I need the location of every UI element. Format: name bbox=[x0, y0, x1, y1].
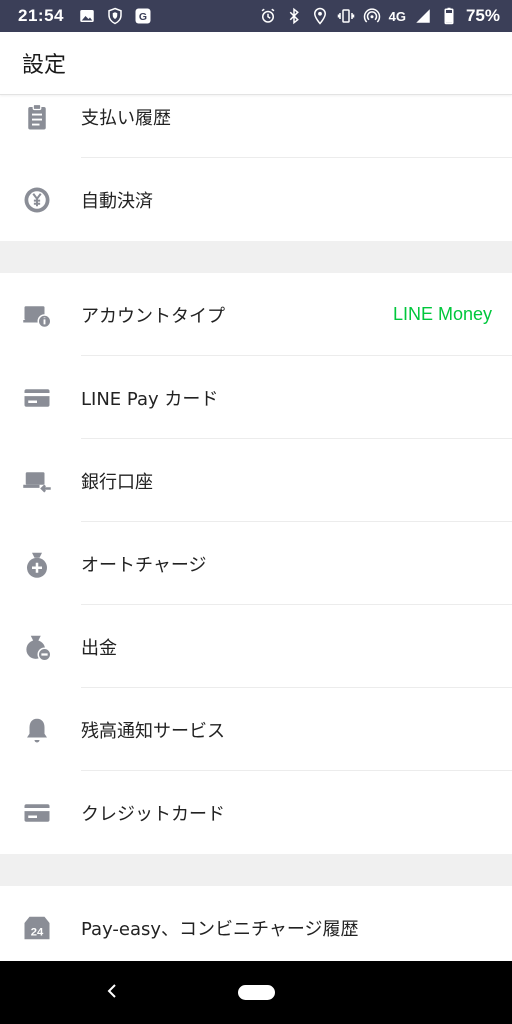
settings-item-credit-card[interactable]: クレジットカード bbox=[0, 771, 512, 854]
card-icon bbox=[21, 797, 53, 829]
settings-item-line-pay-card[interactable]: LINE Pay カード bbox=[0, 356, 512, 439]
settings-item-label: Pay-easy、コンビニチャージ履歴 bbox=[81, 918, 359, 940]
settings-item-label: 支払い履歴 bbox=[81, 107, 171, 129]
location-icon bbox=[311, 7, 329, 25]
settings-item-payment-history[interactable]: 支払い履歴 bbox=[0, 95, 512, 158]
signal-icon bbox=[414, 7, 432, 25]
section-gap bbox=[0, 854, 512, 886]
alarm-icon bbox=[259, 7, 277, 25]
store-24-icon: 24 bbox=[21, 912, 53, 944]
status-time: 21:54 bbox=[18, 6, 64, 25]
back-icon[interactable] bbox=[100, 979, 124, 1003]
settings-item-withdraw[interactable]: 出金 bbox=[0, 605, 512, 688]
account-type-icon bbox=[21, 299, 53, 331]
account-type-value: LINE Money bbox=[392, 304, 492, 324]
system-nav-bar bbox=[0, 961, 512, 1024]
settings-item-label: 自動決済 bbox=[81, 190, 153, 212]
settings-item-label: 残高通知サービス bbox=[81, 720, 225, 742]
hotspot-icon bbox=[363, 7, 381, 25]
settings-item-label: アカウントタイプ bbox=[81, 305, 225, 327]
app-bar: 設定 bbox=[0, 32, 512, 95]
money-bag-minus-icon bbox=[21, 631, 53, 663]
yen-coin-icon bbox=[21, 184, 53, 216]
network-type: 4G bbox=[388, 8, 406, 24]
settings-item-balance-notice[interactable]: 残高通知サービス bbox=[0, 688, 512, 771]
section-gap bbox=[0, 241, 512, 273]
settings-item-payeasy-history[interactable]: 24 Pay-easy、コンビニチャージ履歴 bbox=[0, 886, 512, 961]
settings-item-label: クレジットカード bbox=[81, 803, 225, 825]
bell-icon bbox=[21, 714, 53, 746]
settings-list: 支払い履歴 自動決済 アカウントタイプ LINE Money LINE Pay … bbox=[0, 95, 512, 961]
settings-item-label: LINE Pay カード bbox=[81, 388, 219, 410]
bank-account-icon bbox=[21, 465, 53, 497]
settings-item-label: 銀行口座 bbox=[81, 471, 153, 493]
status-bar: 21:54 G 4G 75% bbox=[0, 0, 512, 32]
settings-item-label: 出金 bbox=[81, 637, 117, 659]
image-icon bbox=[78, 7, 96, 25]
settings-item-auto-charge[interactable]: オートチャージ bbox=[0, 522, 512, 605]
shield-icon bbox=[106, 7, 124, 25]
settings-item-label: オートチャージ bbox=[81, 554, 207, 576]
svg-text:24: 24 bbox=[31, 926, 44, 938]
clipboard-icon bbox=[21, 101, 53, 133]
battery-icon bbox=[440, 7, 458, 25]
card-icon bbox=[21, 382, 53, 414]
settings-item-account-type[interactable]: アカウントタイプ LINE Money bbox=[0, 273, 512, 356]
settings-item-bank-account[interactable]: 銀行口座 bbox=[0, 439, 512, 522]
g-app-icon: G bbox=[134, 7, 152, 25]
bluetooth-icon bbox=[285, 7, 303, 25]
settings-item-auto-payment[interactable]: 自動決済 bbox=[0, 158, 512, 241]
vibrate-icon bbox=[337, 7, 355, 25]
svg-text:G: G bbox=[139, 11, 147, 23]
battery-percent: 75% bbox=[465, 6, 500, 25]
page-title: 設定 bbox=[22, 53, 67, 78]
money-bag-plus-icon bbox=[21, 548, 53, 580]
home-button[interactable] bbox=[238, 985, 275, 1000]
